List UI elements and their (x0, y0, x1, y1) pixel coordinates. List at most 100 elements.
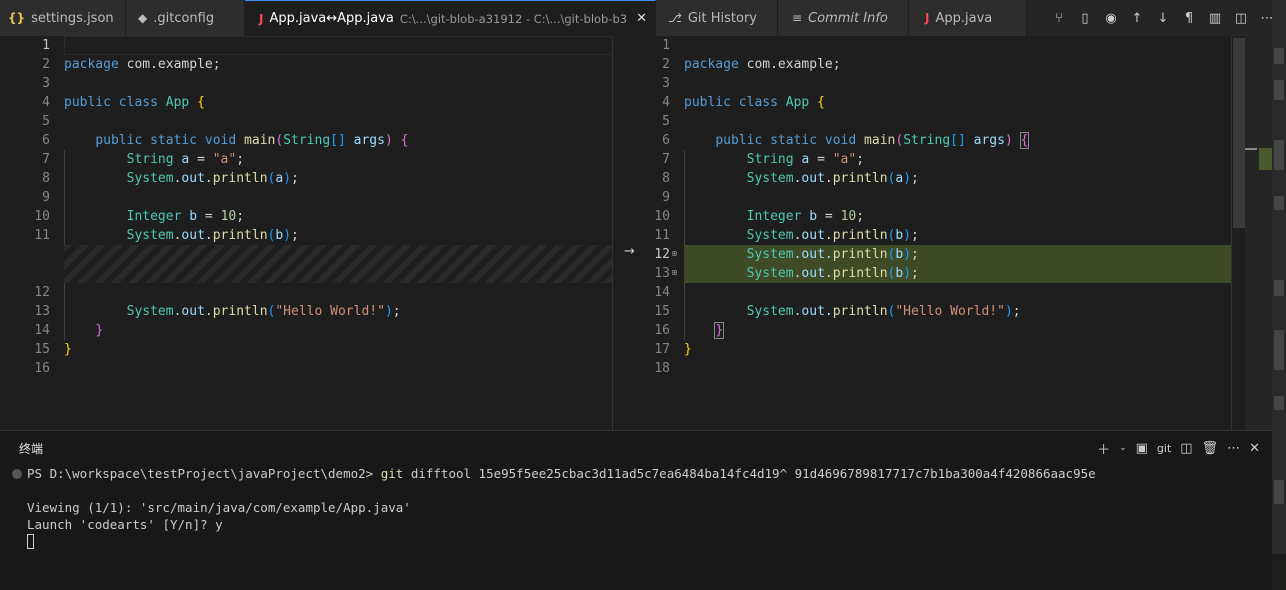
code-line: System.out.println("Hello World!"); (746, 304, 1021, 319)
line-number: 1 (42, 38, 50, 53)
line-number: 13 (34, 304, 50, 319)
eye-icon[interactable]: ◉ (1104, 11, 1118, 26)
code-line: } (684, 342, 692, 357)
line-number: 1 (662, 38, 670, 53)
new-terminal-icon[interactable]: ＋ (1097, 439, 1110, 458)
trash-icon[interactable]: 🗑 (1202, 441, 1219, 456)
book-icon[interactable]: ▥ (1208, 11, 1222, 26)
code-line: String a = "a"; (126, 152, 245, 167)
code-line: System.out.println(a); (126, 171, 299, 186)
tab-gitconfig[interactable]: ◆ .gitconfig (126, 0, 245, 36)
line-number: 14 (654, 285, 670, 300)
modified-pane[interactable]: ⊞ ⊞ 1 2 package com.example; 3 4 public cl… (626, 36, 1245, 430)
tab-commit-info[interactable]: ≡ Commit Info (778, 0, 909, 36)
tab-app-java[interactable]: J App.java (909, 0, 1027, 36)
terminal-cursor (27, 534, 34, 549)
line-number: 6 (662, 133, 670, 148)
tab-label: Commit Info (808, 10, 888, 26)
line-number: 18 (654, 361, 670, 376)
window-scrollbar[interactable] (1272, 0, 1286, 554)
line-number: 4 (42, 95, 50, 110)
diff-sash[interactable] (612, 36, 626, 430)
chevron-down-icon[interactable]: ⌄ (1119, 443, 1127, 453)
line-number: 8 (662, 171, 670, 186)
editor-scrollbar[interactable] (1231, 36, 1245, 430)
terminal-line: Viewing (1/1): 'src/main/java/com/exampl… (27, 500, 411, 515)
code-line: System.out.println("Hello World!"); (126, 304, 401, 319)
code-line: System.out.println(b); (746, 228, 919, 243)
tab-description: C:\...\git-blob-a31912 - C:\...\git-blob… (399, 11, 628, 26)
tab-settings-json[interactable]: {} settings.json (0, 0, 126, 36)
more-actions-icon[interactable]: ⋯ (1227, 441, 1240, 456)
overview-marker (1245, 148, 1257, 150)
code-line: public class App { (684, 95, 825, 110)
terminal-line: Launch 'codearts' [Y/n]? y (27, 517, 223, 532)
scrollbar-thumb[interactable] (1233, 38, 1245, 228)
line-number: 4 (662, 95, 670, 110)
line-number: 17 (654, 342, 670, 357)
terminal-actions: ＋ ⌄ ▣ git ◫ 🗑 ⋯ ✕ (1097, 439, 1272, 458)
added-code-line: System.out.println(b); (746, 247, 919, 262)
line-number: 7 (42, 152, 50, 167)
line-number: 5 (662, 114, 670, 129)
line-number: 7 (662, 152, 670, 167)
java-file-icon: J (259, 11, 264, 26)
tab-label: .gitconfig (153, 10, 215, 26)
git-history-icon: ⎇ (668, 11, 682, 25)
terminal-line: PS D:\workspace\testProject\javaProject\… (12, 465, 1272, 482)
line-number: 6 (42, 133, 50, 148)
code-line: System.out.println(b); (126, 228, 299, 243)
terminal-shell-icon[interactable]: ▣ (1136, 441, 1148, 456)
open-file-icon[interactable]: ▯ (1078, 11, 1092, 26)
code-line: } (95, 323, 104, 338)
editor-tab-bar: {} settings.json ◆ .gitconfig J App.java… (0, 0, 1286, 36)
line-number: 11 (654, 228, 670, 243)
code-line: System.out.println(a); (746, 171, 919, 186)
source-control-branch-icon[interactable]: ⑂ (1052, 11, 1066, 26)
line-number: 13 (654, 266, 670, 281)
close-panel-icon[interactable]: ✕ (1249, 441, 1260, 456)
code-line: public static void main(String[] args) { (95, 133, 409, 148)
line-number: 10 (654, 209, 670, 224)
close-icon[interactable]: ✕ (636, 11, 647, 26)
line-number: 15 (34, 342, 50, 357)
line-number: 9 (662, 190, 670, 205)
line-number: 2 (42, 57, 50, 72)
tab-label: settings.json (31, 10, 114, 26)
terminal-panel[interactable]: 终端 ＋ ⌄ ▣ git ◫ 🗑 ⋯ ✕ PS D:\workspace\tes… (0, 430, 1272, 590)
whitespace-icon[interactable]: ¶ (1182, 11, 1196, 26)
panel-title[interactable]: 终端 (19, 440, 43, 457)
tab-diff-app-java[interactable]: J App.java↔App.java C:\...\git-blob-a319… (245, 0, 656, 36)
added-code-line: System.out.println(b); (746, 266, 919, 281)
tab-label: Git History (687, 10, 757, 26)
original-pane[interactable]: 1 2 package com.example; 3 4 public class … (6, 36, 624, 430)
next-change-icon[interactable]: ↓ (1156, 11, 1170, 26)
line-number: 15 (654, 304, 670, 319)
code-line: public class App { (64, 95, 205, 110)
command-status-icon[interactable] (12, 469, 22, 479)
split-editor-icon[interactable]: ◫ (1234, 11, 1248, 26)
tab-git-history[interactable]: ⎇ Git History (656, 0, 778, 36)
code-line: public static void main(String[] args) { (715, 132, 1030, 149)
gitconfig-file-icon: ◆ (138, 11, 148, 25)
diff-overview-ruler[interactable] (1245, 36, 1272, 430)
line-number: 5 (42, 114, 50, 129)
line-number: 16 (34, 361, 50, 376)
line-number: 12 (34, 285, 50, 300)
previous-change-icon[interactable]: ↑ (1130, 11, 1144, 26)
code-line: } (714, 322, 725, 339)
terminal-name[interactable]: git (1157, 442, 1171, 455)
code-line: Integer b = 10; (126, 209, 245, 224)
tab-label: App.java↔App.java (269, 11, 394, 26)
line-number: 3 (662, 76, 670, 91)
commit-info-icon: ≡ (792, 11, 803, 25)
split-terminal-icon[interactable]: ◫ (1180, 441, 1192, 456)
terminal-line (12, 533, 1272, 550)
line-number: 2 (662, 57, 670, 72)
overview-added-marker (1259, 148, 1272, 170)
line-number: 11 (34, 228, 50, 243)
line-number: 3 (42, 76, 50, 91)
json-file-icon: {} (8, 11, 26, 25)
line-number: 16 (654, 323, 670, 338)
terminal-output[interactable]: PS D:\workspace\testProject\javaProject\… (0, 465, 1272, 550)
